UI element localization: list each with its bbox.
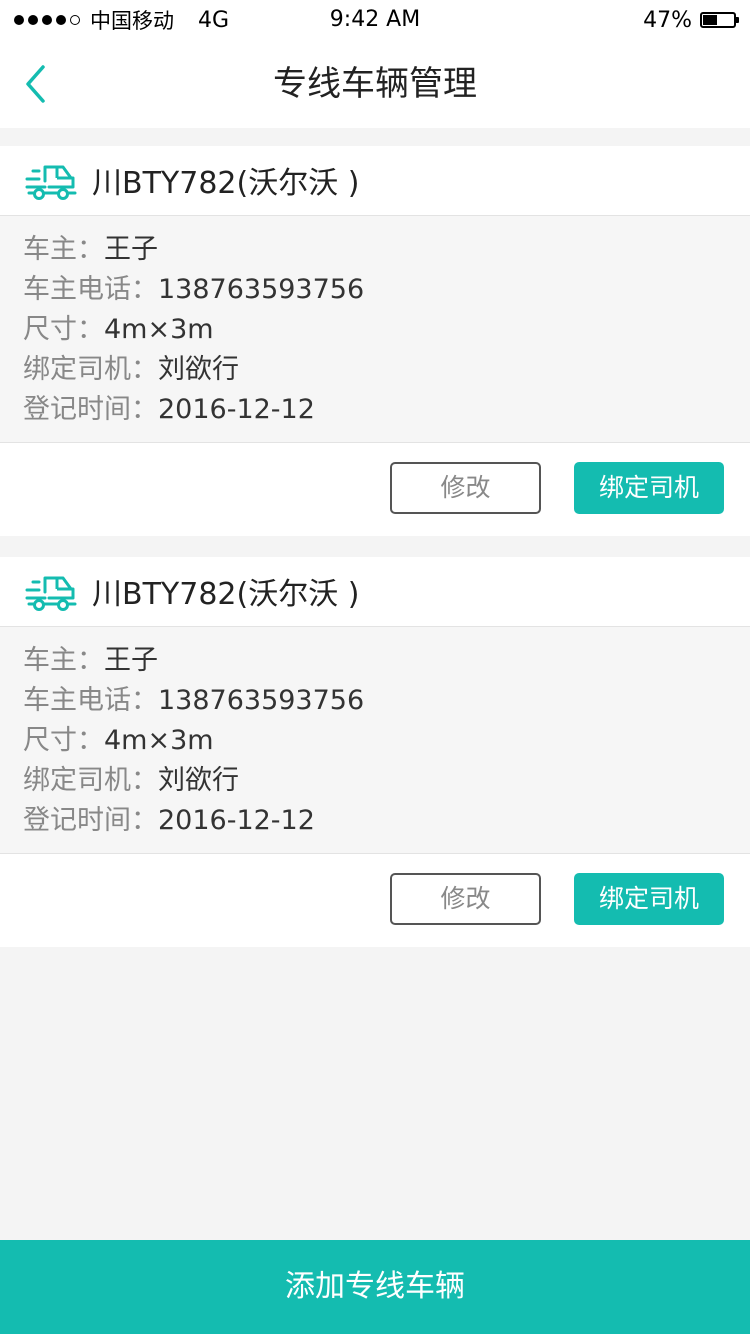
size-row: 尺寸：4m×3m xyxy=(23,721,214,761)
register-date-value: 2016-12-12 xyxy=(158,394,315,425)
status-time: 9:42 AM xyxy=(329,7,421,32)
size-label: 尺寸： xyxy=(23,314,104,345)
vehicle-card-header: 川BTY782(沃尔沃 ) xyxy=(0,146,750,216)
register-date-row: 登记时间：2016-12-12 xyxy=(23,801,315,841)
phone-value: 138763593756 xyxy=(158,685,365,716)
nav-bar: 专线车辆管理 xyxy=(0,40,750,128)
vehicle-card-actions: 修改 绑定司机 xyxy=(0,854,750,947)
edit-button[interactable]: 修改 xyxy=(390,462,541,514)
vehicle-card-actions: 修改 绑定司机 xyxy=(0,443,750,536)
size-label: 尺寸： xyxy=(23,725,104,756)
driver-row: 绑定司机：刘欲行 xyxy=(23,761,239,801)
battery-tip xyxy=(736,17,739,23)
bind-driver-button[interactable]: 绑定司机 xyxy=(574,462,724,514)
size-value: 4m×3m xyxy=(104,725,214,756)
owner-label: 车主： xyxy=(23,645,104,676)
vehicle-card-header: 川BTY782(沃尔沃 ) xyxy=(0,557,750,627)
vehicle-plate: 川BTY782(沃尔沃 ) xyxy=(92,577,360,612)
phone-label: 车主电话： xyxy=(23,274,158,305)
driver-label: 绑定司机： xyxy=(23,765,158,796)
register-date-label: 登记时间： xyxy=(23,805,158,836)
battery-percent: 47% xyxy=(643,7,692,33)
driver-value: 刘欲行 xyxy=(158,765,239,796)
owner-row: 车主：王子 xyxy=(23,641,158,681)
truck-icon xyxy=(25,576,77,611)
phone-value: 138763593756 xyxy=(158,274,365,305)
vehicle-details: 车主：王子 车主电话：138763593756 尺寸：4m×3m 绑定司机：刘欲… xyxy=(0,216,750,443)
phone-row: 车主电话：138763593756 xyxy=(23,681,364,721)
battery-icon xyxy=(700,12,739,28)
vehicle-card: 川BTY782(沃尔沃 ) 车主：王子 车主电话：138763593756 尺寸… xyxy=(0,146,750,536)
page-title: 专线车辆管理 xyxy=(273,64,477,104)
truck-icon xyxy=(25,165,77,200)
owner-row: 车主：王子 xyxy=(23,230,158,270)
status-bar: 中国移动 4G 9:42 AM 47% xyxy=(0,0,750,40)
register-date-row: 登记时间：2016-12-12 xyxy=(23,390,315,430)
owner-label: 车主： xyxy=(23,234,104,265)
battery-fill xyxy=(703,15,717,25)
vehicle-details: 车主：王子 车主电话：138763593756 尺寸：4m×3m 绑定司机：刘欲… xyxy=(0,627,750,854)
register-date-value: 2016-12-12 xyxy=(158,805,315,836)
phone-label: 车主电话： xyxy=(23,685,158,716)
vehicle-card: 川BTY782(沃尔沃 ) 车主：王子 车主电话：138763593756 尺寸… xyxy=(0,557,750,947)
register-date-label: 登记时间： xyxy=(23,394,158,425)
vehicle-plate: 川BTY782(沃尔沃 ) xyxy=(92,166,360,201)
back-button[interactable] xyxy=(14,60,58,108)
size-row: 尺寸：4m×3m xyxy=(23,310,214,350)
bind-driver-button[interactable]: 绑定司机 xyxy=(574,873,724,925)
owner-value: 王子 xyxy=(104,645,158,676)
status-right: 47% xyxy=(643,0,739,40)
driver-label: 绑定司机： xyxy=(23,354,158,385)
size-value: 4m×3m xyxy=(104,314,214,345)
add-vehicle-button[interactable]: 添加专线车辆 xyxy=(0,1240,750,1334)
owner-value: 王子 xyxy=(104,234,158,265)
phone-row: 车主电话：138763593756 xyxy=(23,270,364,310)
driver-row: 绑定司机：刘欲行 xyxy=(23,350,239,390)
driver-value: 刘欲行 xyxy=(158,354,239,385)
edit-button[interactable]: 修改 xyxy=(390,873,541,925)
chevron-left-icon xyxy=(26,65,45,103)
